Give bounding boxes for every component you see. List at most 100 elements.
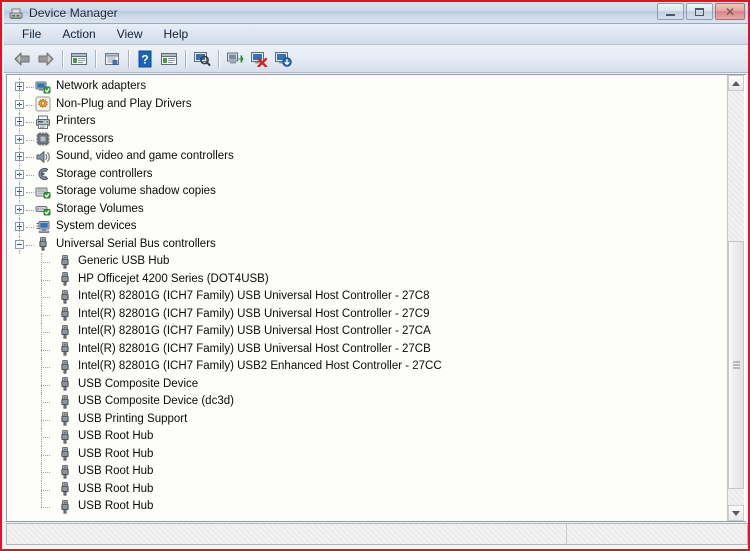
tree-guide-dash xyxy=(26,122,34,123)
tree-item-intel-r-82801g-ich7-family-usb2-enhanced-host-controller-27cc[interactable]: Intel(R) 82801G (ICH7 Family) USB2 Enhan… xyxy=(7,358,729,376)
close-button[interactable]: ✕ xyxy=(715,3,745,20)
menu-item-action[interactable]: Action xyxy=(53,25,104,43)
status-bar-main-pane xyxy=(7,524,567,544)
console-tree-icon xyxy=(71,52,87,65)
tree-item-intel-r-82801g-ich7-family-usb-universal-host-controller-27c9[interactable]: Intel(R) 82801G (ICH7 Family) USB Univer… xyxy=(7,305,729,323)
minimize-icon xyxy=(666,13,675,16)
tree-item-label: Universal Serial Bus controllers xyxy=(56,237,216,250)
tree-item-generic-usb-hub[interactable]: Generic USB Hub xyxy=(7,253,729,271)
tree-indent xyxy=(7,305,57,323)
show-hide-console-tree-button[interactable] xyxy=(67,47,91,71)
tree-item-storage-volumes[interactable]: Storage Volumes xyxy=(7,200,729,218)
properties-button[interactable] xyxy=(100,47,124,71)
tree-indent xyxy=(7,130,35,148)
tree-guide-elbow xyxy=(41,297,50,298)
uninstall-red-x-icon xyxy=(251,52,268,67)
tree-item-usb-root-hub[interactable]: USB Root Hub xyxy=(7,480,729,498)
tree-guide-elbow xyxy=(41,437,50,438)
speaker-icon xyxy=(35,149,51,165)
toolbar-separator-2 xyxy=(95,49,96,68)
toolbar-separator-1 xyxy=(62,49,63,68)
tree-item-universal-serial-bus-controllers[interactable]: Universal Serial Bus controllers xyxy=(7,235,729,254)
tree-item-usb-root-hub[interactable]: USB Root Hub xyxy=(7,428,729,446)
tree-guide-elbow xyxy=(41,349,50,351)
tree-item-storage-controllers[interactable]: Storage controllers xyxy=(7,165,729,183)
tree-item-usb-root-hub[interactable]: USB Root Hub xyxy=(7,445,729,463)
usb-device-icon xyxy=(57,254,73,270)
tree-item-intel-r-82801g-ich7-family-usb-universal-host-controller-27ca[interactable]: Intel(R) 82801G (ICH7 Family) USB Univer… xyxy=(7,323,729,341)
usb-device-icon xyxy=(57,464,73,480)
tree-guide-dash xyxy=(26,192,34,193)
minimize-button[interactable] xyxy=(657,3,684,20)
tree-guide-line xyxy=(41,498,42,507)
scrollbar-track[interactable] xyxy=(728,91,744,505)
scroll-down-arrow-icon xyxy=(732,510,740,516)
menu-item-view[interactable]: View xyxy=(108,25,152,43)
menu-item-help[interactable]: Help xyxy=(155,25,198,43)
tree-item-usb-root-hub[interactable]: USB Root Hub xyxy=(7,498,729,516)
tree-item-label: Storage controllers xyxy=(56,167,153,180)
tree-item-hp-officejet-4200-series-dot4usb[interactable]: HP Officejet 4200 Series (DOT4USB) xyxy=(7,270,729,288)
scan-magnifier-icon xyxy=(194,52,211,66)
usb-device-icon xyxy=(57,446,73,462)
usb-device-icon xyxy=(57,376,73,392)
maximize-button[interactable] xyxy=(686,3,713,20)
usb-icon xyxy=(35,236,51,252)
tree-guide-line xyxy=(19,183,20,201)
tree-item-label: USB Root Hub xyxy=(78,447,154,460)
tree-guide-line xyxy=(19,200,20,218)
tree-guide-dash xyxy=(26,87,34,88)
tree-guide-line xyxy=(19,78,20,96)
scan-hardware-changes-button[interactable] xyxy=(190,47,214,71)
tree-item-system-devices[interactable]: System devices xyxy=(7,218,729,236)
view-button[interactable] xyxy=(157,47,181,71)
usb-device-icon xyxy=(57,271,73,287)
tree-item-sound-video-and-game-controllers[interactable]: Sound, video and game controllers xyxy=(7,148,729,166)
title-bar[interactable]: Device Manager ✕ xyxy=(4,2,748,24)
system-device-icon xyxy=(35,219,51,235)
tree-item-non-plug-and-play-drivers[interactable]: Non-Plug and Play Drivers xyxy=(7,95,729,113)
tree-guide-elbow xyxy=(41,367,50,368)
update-driver-button[interactable] xyxy=(223,47,247,71)
device-manager-window: Device Manager ✕ File Action View Help ?… xyxy=(0,0,750,551)
tree-guide-line xyxy=(19,218,20,236)
usb-device-icon xyxy=(57,394,73,410)
tree-guide-line xyxy=(19,148,20,166)
scrollbar-thumb[interactable] xyxy=(728,241,744,489)
shadow-copy-icon xyxy=(35,184,51,200)
toolbar: ? xyxy=(4,45,748,73)
usb-device-icon xyxy=(57,429,73,445)
uninstall-device-button[interactable] xyxy=(247,47,271,71)
tree-item-label: Sound, video and game controllers xyxy=(56,150,234,162)
help-button[interactable]: ? xyxy=(133,47,157,71)
tree-guide-elbow xyxy=(41,454,50,456)
tree-indent xyxy=(7,288,57,306)
gear-icon xyxy=(35,96,51,112)
disable-device-button[interactable] xyxy=(271,47,295,71)
tree-indent xyxy=(7,95,35,113)
tree-item-label: Storage volume shadow copies xyxy=(56,185,216,197)
tree-item-usb-root-hub[interactable]: USB Root Hub xyxy=(7,463,729,481)
maximize-icon xyxy=(695,7,704,16)
toolbar-separator-5 xyxy=(218,49,219,68)
scroll-down-button[interactable] xyxy=(728,505,744,521)
tree-indent xyxy=(7,358,57,376)
tree-item-usb-composite-device-dc3d[interactable]: USB Composite Device (dc3d) xyxy=(7,393,729,411)
collapse-button[interactable] xyxy=(15,239,24,249)
view-window-icon xyxy=(161,52,177,65)
tree-item-intel-r-82801g-ich7-family-usb-universal-host-controller-27cb[interactable]: Intel(R) 82801G (ICH7 Family) USB Univer… xyxy=(7,340,729,358)
tree-item-network-adapters[interactable]: Network adapters xyxy=(7,78,729,96)
tree-item-storage-volume-shadow-copies[interactable]: Storage volume shadow copies xyxy=(7,183,729,201)
menu-item-file[interactable]: File xyxy=(13,25,50,43)
tree-item-usb-printing-support[interactable]: USB Printing Support xyxy=(7,410,729,428)
forward-button[interactable] xyxy=(34,47,58,71)
scroll-up-button[interactable] xyxy=(728,75,744,91)
tree-item-intel-r-82801g-ich7-family-usb-universal-host-controller-27c8[interactable]: Intel(R) 82801G (ICH7 Family) USB Univer… xyxy=(7,288,729,306)
tree-item-printers[interactable]: Printers xyxy=(7,113,729,131)
tree-item-label: USB Root Hub xyxy=(78,430,154,442)
tree-item-processors[interactable]: Processors xyxy=(7,130,729,148)
tree-item-usb-composite-device[interactable]: USB Composite Device xyxy=(7,375,729,393)
device-tree-panel[interactable]: Network adapters Non-Plug and Play Drive… xyxy=(6,74,746,522)
vertical-scrollbar[interactable] xyxy=(727,75,744,521)
back-button[interactable] xyxy=(10,47,34,71)
